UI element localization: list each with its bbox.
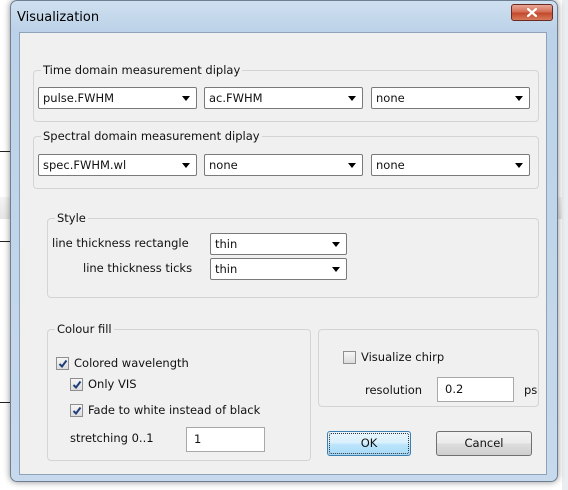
chevron-down-icon <box>348 163 356 168</box>
rect-thickness-label: line thickness rectangle <box>52 236 189 250</box>
checkmark-icon <box>58 359 68 369</box>
time-domain-label: Time domain measurement diplay <box>41 63 243 77</box>
time-select-1-value: pulse.FWHM <box>43 91 115 105</box>
resolution-label: resolution <box>365 383 423 397</box>
spectral-select-1[interactable]: spec.FWHM.wl <box>38 154 197 176</box>
stretching-input[interactable]: 1 <box>186 427 265 452</box>
rect-thickness-select[interactable]: thin <box>210 233 347 255</box>
spectral-domain-label: Spectral domain measurement diplay <box>41 129 262 143</box>
window-title: Visualization <box>17 10 100 25</box>
cancel-button[interactable]: Cancel <box>436 431 532 456</box>
chevron-down-icon <box>348 96 356 101</box>
spectral-select-2-value: none <box>209 158 238 172</box>
ticks-thickness-select[interactable]: thin <box>210 258 347 280</box>
chevron-down-icon <box>182 96 190 101</box>
ticks-thickness-label: line thickness ticks <box>83 261 193 275</box>
background-line <box>0 151 10 152</box>
cancel-button-label: Cancel <box>464 436 504 450</box>
stretching-label: stretching 0..1 <box>70 431 154 445</box>
ok-button[interactable]: OK <box>327 431 411 456</box>
resolution-input[interactable]: 0.2 <box>437 377 514 402</box>
focus-rect <box>329 433 409 454</box>
only-vis-checkbox[interactable] <box>70 378 83 391</box>
colored-wavelength-checkbox[interactable] <box>56 357 69 370</box>
spectral-select-3[interactable]: none <box>371 154 530 176</box>
visualize-chirp-checkbox[interactable] <box>343 351 356 364</box>
time-select-2-value: ac.FWHM <box>209 91 263 105</box>
chevron-down-icon <box>332 242 340 247</box>
style-label: Style <box>55 211 88 225</box>
title-bar[interactable]: Visualization <box>11 1 557 31</box>
spectral-domain-group: Spectral domain measurement diplay spec.… <box>33 129 539 189</box>
spectral-select-1-value: spec.FWHM.wl <box>43 158 127 172</box>
chevron-down-icon <box>515 163 523 168</box>
visualization-dialog: Visualization Time domain measurement di… <box>10 0 558 482</box>
background-line <box>0 402 10 403</box>
only-vis-label[interactable]: Only VIS <box>88 377 137 391</box>
resolution-unit: ps <box>524 383 538 397</box>
time-select-3[interactable]: none <box>371 87 530 109</box>
ticks-thickness-value: thin <box>215 262 238 276</box>
checkmark-icon <box>72 406 82 416</box>
rect-thickness-value: thin <box>215 237 238 251</box>
colour-fill-label: Colour fill <box>55 322 114 336</box>
background-line <box>0 241 10 242</box>
close-icon <box>526 7 538 18</box>
background-strip <box>562 0 568 490</box>
chevron-down-icon <box>182 163 190 168</box>
time-domain-group: Time domain measurement diplay pulse.FWH… <box>33 63 539 122</box>
spectral-select-2[interactable]: none <box>204 154 363 176</box>
colored-wavelength-label[interactable]: Colored wavelength <box>74 356 189 370</box>
fade-white-checkbox[interactable] <box>70 404 83 417</box>
colour-fill-group: Colour fill Colored wavelength Only VIS … <box>47 322 311 461</box>
time-select-3-value: none <box>376 91 405 105</box>
fade-white-label[interactable]: Fade to white instead of black <box>88 403 260 417</box>
close-button[interactable] <box>511 4 553 21</box>
style-group: Style line thickness rectangle thin line… <box>47 211 539 298</box>
chevron-down-icon <box>515 96 523 101</box>
chirp-group: Visualize chirp resolution 0.2 ps <box>318 329 539 407</box>
visualize-chirp-label[interactable]: Visualize chirp <box>361 350 444 364</box>
time-select-1[interactable]: pulse.FWHM <box>38 87 197 109</box>
dialog-client-area: Time domain measurement diplay pulse.FWH… <box>19 32 547 475</box>
checkmark-icon <box>72 380 82 390</box>
time-select-2[interactable]: ac.FWHM <box>204 87 363 109</box>
spectral-select-3-value: none <box>376 158 405 172</box>
chevron-down-icon <box>332 267 340 272</box>
stretching-value: 1 <box>194 432 202 446</box>
resolution-value: 0.2 <box>445 382 464 396</box>
